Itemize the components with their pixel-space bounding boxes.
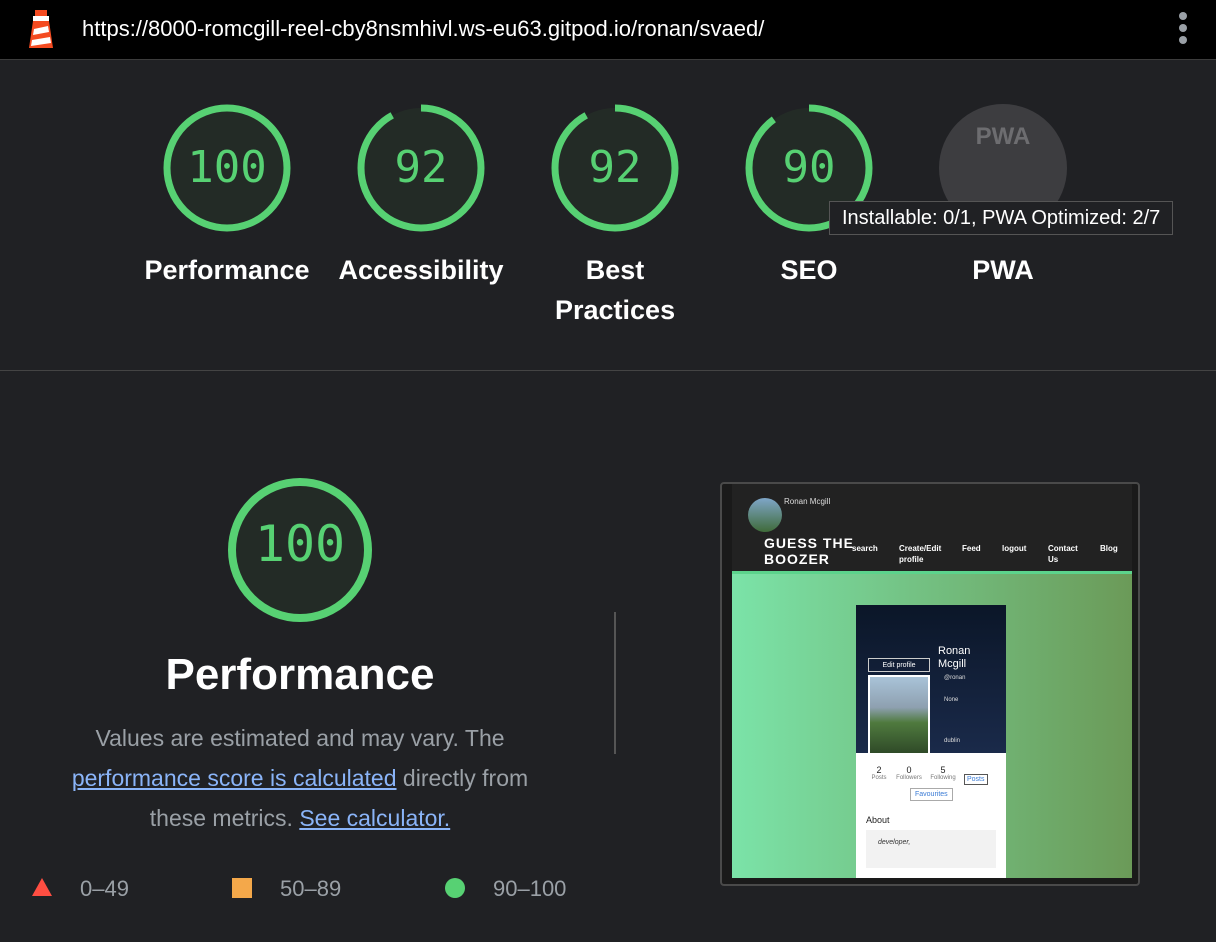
top-bar: https://8000-romcgill-reel-cby8nsmhivl.w…: [0, 0, 1216, 60]
stat-value: 2: [876, 765, 882, 775]
report-url[interactable]: https://8000-romcgill-reel-cby8nsmhivl.w…: [82, 16, 764, 42]
site-navbar: Ronan Mcgill GUESS THE BOOZER search Cre…: [732, 484, 1132, 574]
score-summary: 100 Performance 92 Accessibility 92 Best…: [0, 60, 1216, 371]
legend-range: 90–100: [493, 876, 567, 901]
stat-value: 5: [940, 765, 946, 775]
nav-feed: Feed: [962, 544, 981, 553]
about-title: About: [866, 815, 890, 825]
see-calculator-link[interactable]: See calculator.: [299, 805, 450, 831]
profile-none: None: [944, 697, 959, 703]
gauge-label: Performance: [144, 255, 310, 285]
gauge-performance[interactable]: 100 Performance: [127, 100, 327, 290]
pwa-badge-text: PWA: [976, 123, 1031, 150]
more-options-icon[interactable]: [1178, 12, 1188, 46]
gauge-accessibility[interactable]: 92 Accessibility: [321, 100, 521, 290]
site-brand: GUESS THE BOOZER: [764, 535, 854, 567]
page-screenshot[interactable]: Ronan Mcgill GUESS THE BOOZER search Cre…: [720, 482, 1140, 886]
nav-contact: Contact Us: [1048, 544, 1078, 564]
performance-title: Performance: [165, 650, 435, 699]
stat-label: Posts: [871, 775, 887, 781]
vertical-divider: [614, 612, 616, 754]
stat-label: Following: [930, 775, 956, 781]
gauge-score: 90: [782, 142, 836, 193]
performance-score: 100: [254, 515, 346, 573]
gauge-best-practices[interactable]: 92 Best Practices: [515, 100, 715, 330]
gauge-score: 92: [394, 142, 448, 193]
stat-posts: 2 Posts: [864, 765, 894, 781]
stat-following: 5 Following: [928, 765, 958, 781]
profile-handle: @ronan: [944, 675, 966, 681]
navbar-username: Ronan Mcgill: [784, 497, 831, 506]
gauge-score: 92: [588, 142, 642, 193]
legend-pass: 90–100: [445, 876, 567, 902]
score-calculated-link[interactable]: performance score is calculated: [72, 765, 397, 791]
favourites-button: Favourites: [910, 788, 953, 801]
profile-photo: [868, 675, 930, 755]
edit-profile-button: Edit profile: [868, 658, 930, 672]
about-text: developer,: [866, 830, 996, 868]
gauge-label: SEO: [780, 255, 838, 285]
screenshot-body: Edit profile Ronan Mcgill @ronan None du…: [732, 574, 1132, 878]
stat-value: 0: [906, 765, 912, 775]
gauge-pwa[interactable]: PWA PWA: [903, 100, 1103, 290]
stat-label: Followers: [896, 775, 922, 781]
pass-circle-icon: [445, 878, 465, 898]
performance-description: Values are estimated and may vary. The p…: [50, 718, 550, 838]
screenshot-content: Ronan Mcgill GUESS THE BOOZER search Cre…: [732, 484, 1132, 878]
legend-range: 50–89: [280, 876, 342, 901]
gauge-label: PWA: [972, 255, 1034, 285]
gauge-seo[interactable]: 90 SEO: [709, 100, 909, 290]
nav-search: search: [852, 544, 878, 553]
profile-name: Ronan Mcgill: [938, 645, 971, 670]
gauge-label: Best Practices: [555, 255, 676, 325]
avatar: [748, 498, 782, 532]
nav-blog: Blog: [1100, 544, 1118, 553]
legend-range: 0–49: [80, 876, 129, 901]
profile-location: dublin: [944, 738, 961, 744]
stat-followers: 0 Followers: [894, 765, 924, 781]
lighthouse-logo-icon: [29, 10, 53, 48]
profile-header: Edit profile Ronan Mcgill @ronan None du…: [856, 605, 1006, 755]
posts-button: Posts: [964, 774, 988, 785]
profile-card: Edit profile Ronan Mcgill @ronan None du…: [856, 605, 1006, 878]
gauge-score: 100: [187, 142, 267, 193]
legend-fail: 0–49: [32, 876, 129, 902]
nav-logout: logout: [1002, 544, 1027, 553]
fail-triangle-icon: [32, 878, 52, 896]
desc-prefix: Values are estimated and may vary. The: [95, 725, 505, 751]
pwa-tooltip: Installable: 0/1, PWA Optimized: 2/7: [829, 201, 1174, 235]
nav-create-edit: Create/Edit profile: [899, 544, 942, 564]
average-square-icon: [232, 878, 252, 898]
gauge-label: Accessibility: [338, 255, 504, 285]
legend-average: 50–89: [232, 876, 342, 902]
